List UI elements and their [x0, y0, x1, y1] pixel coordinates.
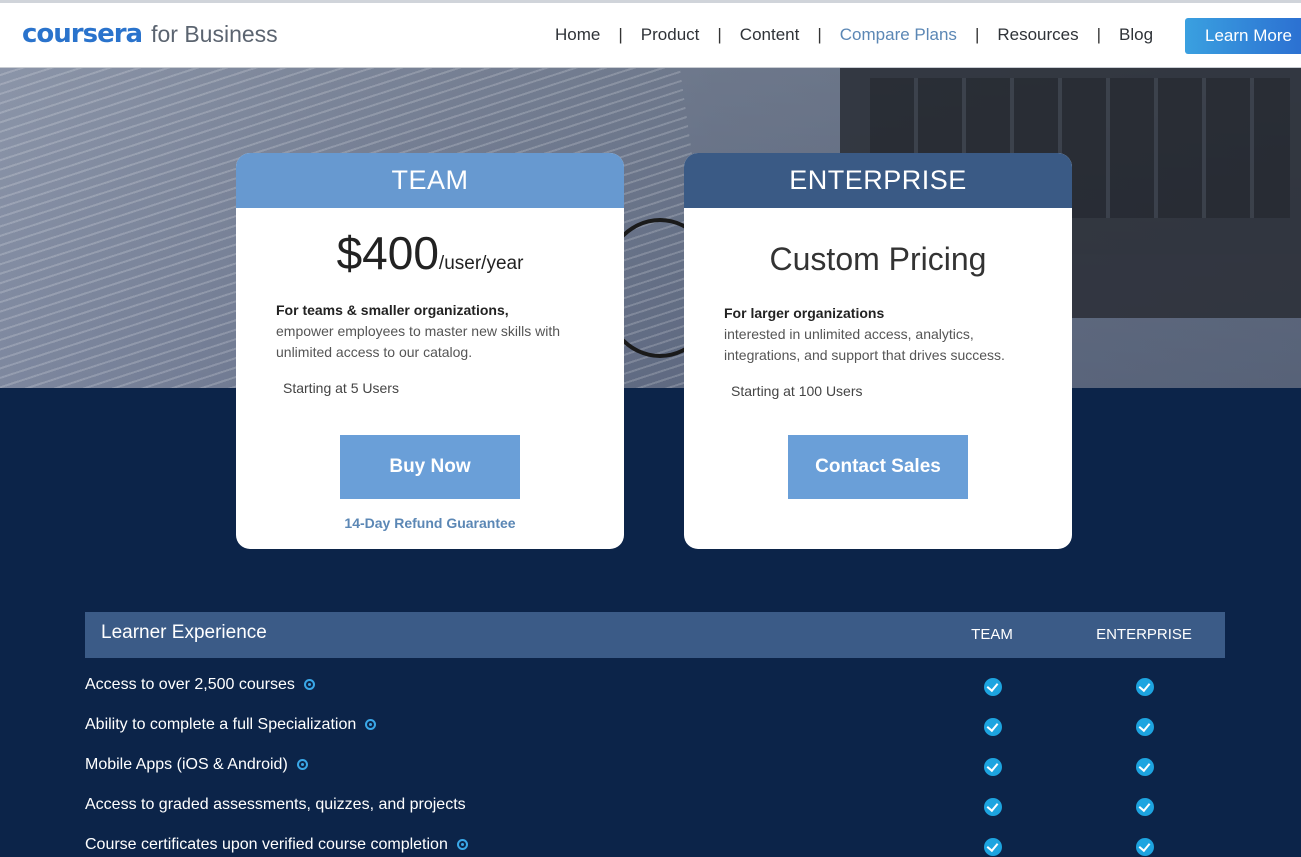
check-icon — [1136, 718, 1154, 736]
team-description-text: empower employees to master new skills w… — [276, 323, 560, 360]
team-starting-users: Starting at 5 Users — [283, 380, 399, 396]
logo-wordmark: coursera — [22, 19, 143, 49]
nav-blog[interactable]: Blog — [1119, 25, 1153, 45]
table-row: Course certificates upon verified course… — [85, 828, 1225, 857]
contact-sales-button[interactable]: Contact Sales — [788, 435, 968, 499]
check-icon — [984, 678, 1002, 696]
page: coursera for Business Home | Product | C… — [0, 0, 1301, 857]
enterprise-price: Custom Pricing — [769, 241, 987, 277]
table-row: Access to graded assessments, quizzes, a… — [85, 788, 1225, 828]
nav-separator: | — [618, 25, 623, 44]
feature-label: Access to graded assessments, quizzes, a… — [85, 796, 466, 814]
nav-content[interactable]: Content — [740, 25, 800, 45]
check-icon — [984, 758, 1002, 776]
feature-label-text: Access to graded assessments, quizzes, a… — [85, 796, 466, 813]
nav-product[interactable]: Product — [641, 25, 700, 45]
feature-label: Mobile Apps (iOS & Android) — [85, 756, 308, 774]
enterprise-description-text: interested in unlimited access, analytic… — [724, 326, 1005, 363]
feature-label-text: Access to over 2,500 courses — [85, 676, 295, 693]
nav-compare-plans[interactable]: Compare Plans — [840, 25, 957, 45]
team-price: $400/user/year — [236, 226, 624, 280]
table-row: Access to over 2,500 courses — [85, 668, 1225, 708]
team-description-heading: For teams & smaller organizations, — [276, 302, 509, 318]
refund-guarantee-link[interactable]: 14-Day Refund Guarantee — [236, 515, 624, 531]
buy-now-button[interactable]: Buy Now — [340, 435, 520, 499]
check-icon — [984, 838, 1002, 856]
logo-suffix: for Business — [151, 21, 278, 47]
team-price-amount: $400 — [336, 227, 439, 279]
feature-label-text: Ability to complete a full Specializatio… — [85, 716, 357, 733]
feature-label: Ability to complete a full Specializatio… — [85, 716, 377, 734]
check-icon — [984, 718, 1002, 736]
check-icon — [1136, 678, 1154, 696]
feature-label: Access to over 2,500 courses — [85, 676, 315, 694]
enterprise-description-heading: For larger organizations — [724, 305, 885, 321]
column-header-enterprise: ENTERPRISE — [1096, 626, 1192, 643]
check-icon — [1136, 838, 1154, 856]
nav-separator: | — [817, 25, 822, 44]
info-icon[interactable] — [303, 679, 315, 691]
check-icon — [1136, 798, 1154, 816]
check-icon — [984, 798, 1002, 816]
enterprise-plan-title: ENTERPRISE — [684, 153, 1072, 208]
info-icon[interactable] — [456, 839, 468, 851]
feature-table-header: Learner Experience TEAM ENTERPRISE — [85, 612, 1225, 658]
team-description: For teams & smaller organizations, empow… — [276, 300, 596, 363]
info-icon[interactable] — [365, 719, 377, 731]
enterprise-starting-users: Starting at 100 Users — [731, 383, 863, 399]
nav-separator: | — [717, 25, 722, 44]
team-plan-card: TEAM $400/user/year For teams & smaller … — [236, 153, 624, 549]
enterprise-description: For larger organizations interested in u… — [724, 303, 1044, 366]
section-title: Learner Experience — [101, 622, 267, 643]
site-header: coursera for Business Home | Product | C… — [0, 0, 1301, 68]
info-icon[interactable] — [296, 759, 308, 771]
column-header-team: TEAM — [971, 626, 1013, 643]
nav-home[interactable]: Home — [555, 25, 600, 45]
feature-label-text: Mobile Apps (iOS & Android) — [85, 756, 288, 773]
nav-separator: | — [974, 25, 980, 44]
team-plan-title: TEAM — [236, 153, 624, 208]
nav-resources[interactable]: Resources — [997, 25, 1078, 45]
check-icon — [1136, 758, 1154, 776]
enterprise-plan-card: ENTERPRISE Custom Pricing For larger org… — [684, 153, 1072, 549]
main-nav: Home | Product | Content | Compare Plans… — [555, 25, 1153, 45]
nav-separator: | — [1096, 25, 1102, 44]
team-price-unit: /user/year — [438, 253, 524, 274]
coursera-logo[interactable]: coursera for Business — [22, 19, 278, 49]
learn-more-button[interactable]: Learn More — [1185, 18, 1301, 54]
feature-label-text: Course certificates upon verified course… — [85, 836, 448, 853]
feature-label: Course certificates upon verified course… — [85, 836, 468, 854]
hero-background — [0, 68, 1301, 388]
table-row: Mobile Apps (iOS & Android) — [85, 748, 1225, 788]
table-row: Ability to complete a full Specializatio… — [85, 708, 1225, 748]
